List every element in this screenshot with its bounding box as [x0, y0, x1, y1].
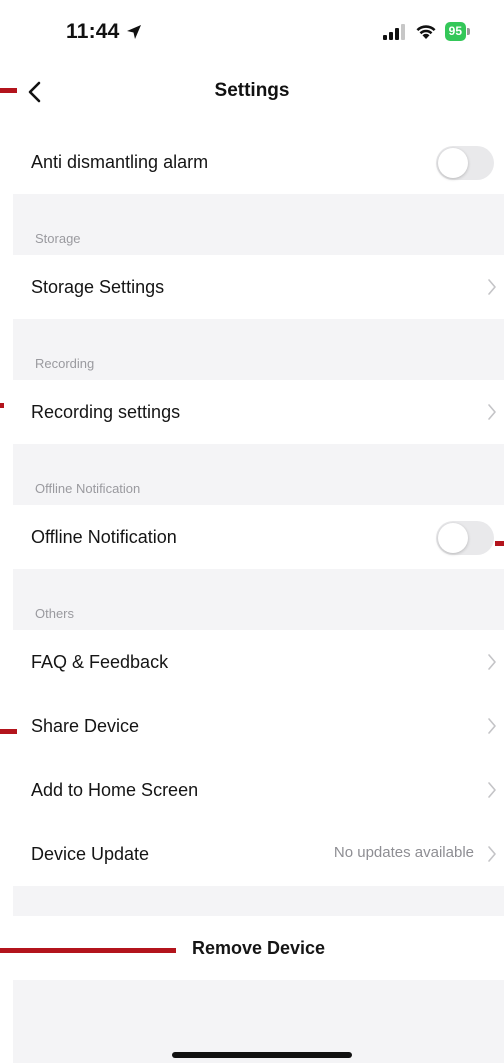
chevron-right-icon	[488, 279, 496, 295]
bottom-area	[13, 980, 504, 1063]
faq-feedback-row[interactable]: FAQ & Feedback	[13, 630, 504, 694]
storage-settings-row[interactable]: Storage Settings	[13, 255, 504, 319]
section-header-offline: Offline Notification	[35, 481, 141, 496]
settings-list: Anti dismantling alarm Storage Storage S…	[13, 130, 504, 1063]
device-update-row[interactable]: Device Update No updates available	[13, 822, 504, 886]
anti-dismantling-label: Anti dismantling alarm	[31, 151, 209, 172]
home-indicator	[172, 1052, 352, 1058]
battery-tip	[467, 28, 470, 35]
section-spacer	[13, 886, 504, 916]
section-offline-notification: Offline Notification	[13, 444, 504, 505]
annotation-marker	[495, 541, 504, 546]
chevron-right-icon	[488, 404, 496, 420]
offline-notification-row: Offline Notification	[13, 505, 504, 569]
toggle-knob	[438, 523, 468, 553]
device-update-status: No updates available	[333, 844, 474, 861]
chevron-right-icon	[488, 654, 496, 670]
location-arrow-icon	[126, 25, 141, 39]
chevron-right-icon	[488, 718, 496, 734]
section-storage: Storage	[13, 194, 504, 255]
page-title: Settings	[214, 80, 290, 101]
section-others: Others	[13, 569, 504, 630]
clock-text: 11:44	[66, 20, 120, 43]
section-header-others: Others	[35, 606, 75, 621]
section-header-storage: Storage	[35, 231, 81, 246]
add-home-screen-label: Add to Home Screen	[31, 779, 199, 800]
offline-notification-toggle[interactable]	[436, 521, 494, 555]
offline-notification-label: Offline Notification	[31, 526, 177, 547]
chevron-right-icon	[488, 782, 496, 798]
annotation-marker	[0, 88, 17, 93]
status-bar: 11:44 95	[0, 0, 504, 64]
anti-dismantling-toggle[interactable]	[436, 146, 494, 180]
wifi-icon	[416, 24, 436, 39]
share-device-label: Share Device	[31, 715, 140, 736]
annotation-marker	[0, 729, 17, 734]
toggle-knob	[438, 148, 468, 178]
status-time: 11:44	[66, 20, 142, 44]
storage-settings-label: Storage Settings	[31, 276, 165, 297]
section-recording: Recording	[13, 319, 504, 380]
remove-device-label: Remove Device	[191, 937, 326, 958]
nav-bar: Settings	[0, 64, 504, 120]
anti-dismantling-row: Anti dismantling alarm	[13, 130, 504, 194]
device-update-label: Device Update	[31, 843, 150, 864]
recording-settings-row[interactable]: Recording settings	[13, 380, 504, 444]
annotation-marker	[0, 403, 4, 408]
share-device-row[interactable]: Share Device	[13, 694, 504, 758]
battery-indicator: 95	[444, 22, 466, 41]
status-icons: 95	[382, 22, 470, 41]
faq-feedback-label: FAQ & Feedback	[31, 651, 169, 672]
cellular-signal-icon	[382, 23, 405, 40]
chevron-right-icon	[488, 846, 496, 862]
recording-settings-label: Recording settings	[31, 401, 181, 422]
add-home-screen-row[interactable]: Add to Home Screen	[13, 758, 504, 822]
section-header-recording: Recording	[35, 356, 95, 371]
annotation-marker	[0, 948, 176, 953]
